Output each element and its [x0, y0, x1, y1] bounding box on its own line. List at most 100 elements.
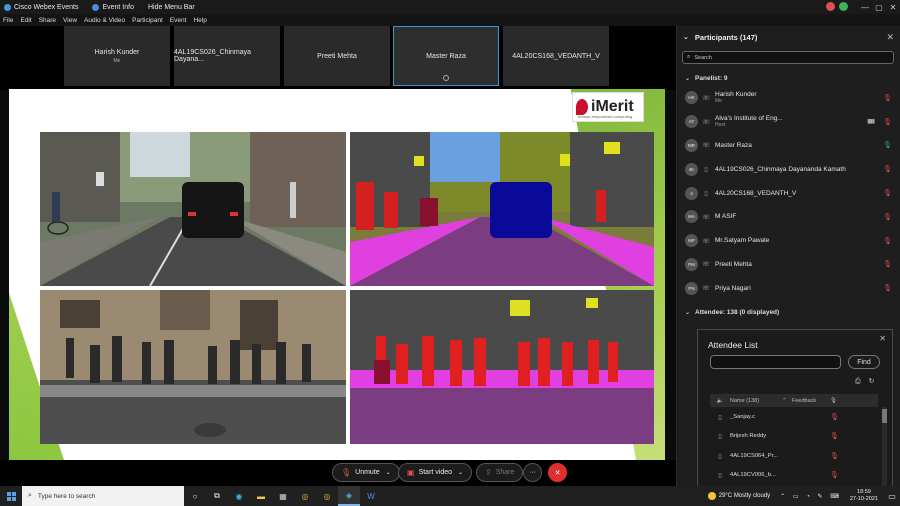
- attendee-row[interactable]: ▯ 4AL19CV006_b... 🎙: [710, 466, 878, 486]
- share-button[interactable]: ⇪ Share: [476, 463, 524, 482]
- edge-icon[interactable]: ◉: [228, 486, 250, 506]
- mic-muted-icon: 🎙: [883, 190, 892, 198]
- mic-muted-icon: 🎙: [830, 472, 839, 480]
- tile-name: 4AL19CS026_Chinmaya Dayana...: [174, 49, 252, 63]
- scrollbar-thumb[interactable]: [882, 409, 887, 423]
- chrome-icon-2[interactable]: ◎: [316, 486, 338, 506]
- app-title: Cisco Webex Events: [4, 3, 78, 11]
- attendee-row[interactable]: ▯ 4AL19CS064_Pr... 🎙: [710, 446, 878, 466]
- phone-icon: ☏: [702, 213, 711, 221]
- menu-audio-video[interactable]: Audio & Video: [84, 17, 125, 24]
- file-explorer-icon[interactable]: ▬: [250, 486, 272, 506]
- panelist-row[interactable]: 4K ▯ 4AL19CS026_Chinmaya Dayananda Kamat…: [677, 157, 900, 181]
- panelist-row[interactable]: PN ☏ Priya Nagari 🎙: [677, 276, 900, 300]
- store-icon[interactable]: ▦: [272, 486, 294, 506]
- video-tile-active[interactable]: Master Raza: [393, 26, 499, 86]
- cortana-icon[interactable]: ○: [184, 486, 206, 506]
- tile-name: Master Raza: [426, 52, 466, 60]
- menu-bar: File Edit Share View Audio & Video Parti…: [0, 14, 900, 26]
- leave-meeting-button[interactable]: ✕: [548, 463, 567, 482]
- word-icon[interactable]: W: [360, 486, 382, 506]
- mic-column-icon: 🎙: [830, 397, 837, 404]
- panelist-row[interactable]: HK ☏ Harish Kunder Me 🎙: [677, 86, 900, 110]
- panelist-section-toggle[interactable]: ⌄ Panelist: 9: [677, 70, 900, 86]
- meeting-toolbar: 🎙 Unmute ⌄ ▣ Start video ⌄ ⇪ Share ··· ✕: [0, 460, 676, 486]
- title-bar: Cisco Webex Events Event Info Hide Menu …: [0, 0, 900, 14]
- attendee-search-input[interactable]: [710, 355, 841, 369]
- mic-muted-icon: 🎙: [883, 94, 892, 102]
- mic-muted-icon: 🎙: [883, 118, 892, 126]
- scrollbar[interactable]: [882, 407, 887, 487]
- attendee-table: 🔈 Name (138) ⌃ Feedback 🎙 ▯ _Sanjay.c 🎙 …: [710, 394, 887, 488]
- phone-icon: ☏: [702, 94, 711, 102]
- mic-muted-icon: 🎙: [883, 261, 892, 269]
- tile-name: 4AL20CS168_VEDANTH_V: [512, 52, 600, 60]
- find-button[interactable]: Find: [848, 355, 880, 369]
- taskbar-search-input[interactable]: ⌕ Type here to search: [22, 486, 184, 506]
- start-button[interactable]: [0, 491, 22, 501]
- device-icon: ▯: [704, 166, 708, 174]
- avatar: HK: [685, 91, 698, 105]
- attendee-section-toggle[interactable]: ⌄ Attendee: 138 (0 displayed): [677, 304, 900, 320]
- tile-name: Harish Kunder: [94, 48, 140, 56]
- attendee-list-dialog: Attendee List ✕ Find ⎙ ↻ 🔈 Name (138) ⌃ …: [697, 329, 893, 487]
- mic-on-icon: 🎙: [883, 142, 892, 150]
- windows-taskbar: ⌕ Type here to search ○ ⧉ ◉ ▬ ▦ ◎ ◎ ◈ W …: [0, 486, 900, 506]
- menu-event[interactable]: Event: [170, 17, 187, 24]
- dialog-title: Attendee List: [708, 340, 758, 350]
- attendee-row[interactable]: ▯ _Sanjay.c 🎙: [710, 407, 878, 427]
- menu-edit[interactable]: Edit: [20, 17, 31, 24]
- menu-share[interactable]: Share: [39, 17, 56, 24]
- close-dialog-button[interactable]: ✕: [879, 334, 886, 343]
- avatar: MR: [685, 138, 698, 152]
- panelist-row[interactable]: MP ☏ Mr.Satyam Pawale 🎙: [677, 229, 900, 253]
- tray-icons[interactable]: ⌃ ▭ ◔ ✎ ⌨: [780, 493, 842, 500]
- mic-muted-icon: 🎙: [830, 413, 839, 421]
- video-tile[interactable]: 4AL20CS168_VEDANTH_V: [503, 26, 609, 86]
- notification-icon[interactable]: ▭: [884, 492, 900, 501]
- attendee-row[interactable]: ▯ Brijesh Reddy 🎙: [710, 427, 878, 447]
- weather-widget[interactable]: 29°C Mostly cloudy: [707, 492, 770, 500]
- participant-search-input[interactable]: ⌕ Search: [682, 51, 894, 64]
- menu-participant[interactable]: Participant: [132, 17, 163, 24]
- mic-muted-icon: 🎙: [883, 166, 892, 174]
- minimize-button[interactable]: —: [858, 3, 872, 12]
- panelist-row[interactable]: MA ☏ M ASIF 🎙: [677, 205, 900, 229]
- tile-name: Preeti Mehta: [317, 52, 357, 60]
- mic-muted-icon: 🎙: [883, 285, 892, 293]
- device-icon: ▯: [718, 433, 722, 441]
- close-panel-button[interactable]: ✕: [886, 32, 894, 43]
- menu-view[interactable]: View: [63, 17, 77, 24]
- panelist-row[interactable]: AT ☏ Alva's Institute of Eng... Host ▮▮▮ …: [677, 110, 900, 134]
- sort-icon[interactable]: ⌃: [782, 398, 792, 404]
- export-icon[interactable]: ⎙: [855, 378, 861, 385]
- panelist-row[interactable]: MR ☏ Master Raza 🎙: [677, 134, 900, 158]
- panelist-row[interactable]: PM ☏ Preeti Mehta 🎙: [677, 253, 900, 277]
- clock[interactable]: 18:59 27-10-2021: [850, 489, 878, 502]
- video-tile[interactable]: 4AL19CS026_Chinmaya Dayana...: [174, 26, 280, 86]
- col-feedback[interactable]: Feedback: [792, 398, 830, 404]
- chrome-icon[interactable]: ◎: [294, 486, 316, 506]
- panelist-row[interactable]: 4 ▯ 4AL20CS168_VEDANTH_V 🎙: [677, 181, 900, 205]
- close-window-button[interactable]: ✕: [886, 3, 900, 12]
- refresh-icon[interactable]: ↻: [869, 378, 875, 385]
- recording-icon: [826, 2, 835, 11]
- maximize-button[interactable]: ▢: [872, 3, 886, 12]
- hide-menu-bar-button[interactable]: Hide Menu Bar: [148, 4, 195, 11]
- menu-help[interactable]: Help: [193, 17, 206, 24]
- info-icon: [92, 3, 100, 11]
- chevron-down-icon[interactable]: ⌄: [683, 33, 689, 41]
- col-name[interactable]: Name (138): [730, 398, 782, 404]
- webex-taskbar-icon[interactable]: ◈: [338, 486, 360, 506]
- video-tile[interactable]: Harish Kunder Me: [64, 26, 170, 86]
- task-view-icon[interactable]: ⧉: [206, 486, 228, 506]
- video-tile[interactable]: Preeti Mehta: [284, 26, 390, 86]
- menu-file[interactable]: File: [3, 17, 13, 24]
- unmute-button[interactable]: 🎙 Unmute ⌄: [332, 463, 400, 482]
- connection-icon: [839, 2, 848, 11]
- event-info-button[interactable]: Event Info: [92, 3, 134, 11]
- signal-bars-icon: ▮▮▮: [867, 119, 875, 126]
- chevron-down-icon: ⌄: [685, 309, 691, 316]
- more-options-button[interactable]: ···: [523, 463, 542, 482]
- start-video-button[interactable]: ▣ Start video ⌄: [398, 463, 473, 482]
